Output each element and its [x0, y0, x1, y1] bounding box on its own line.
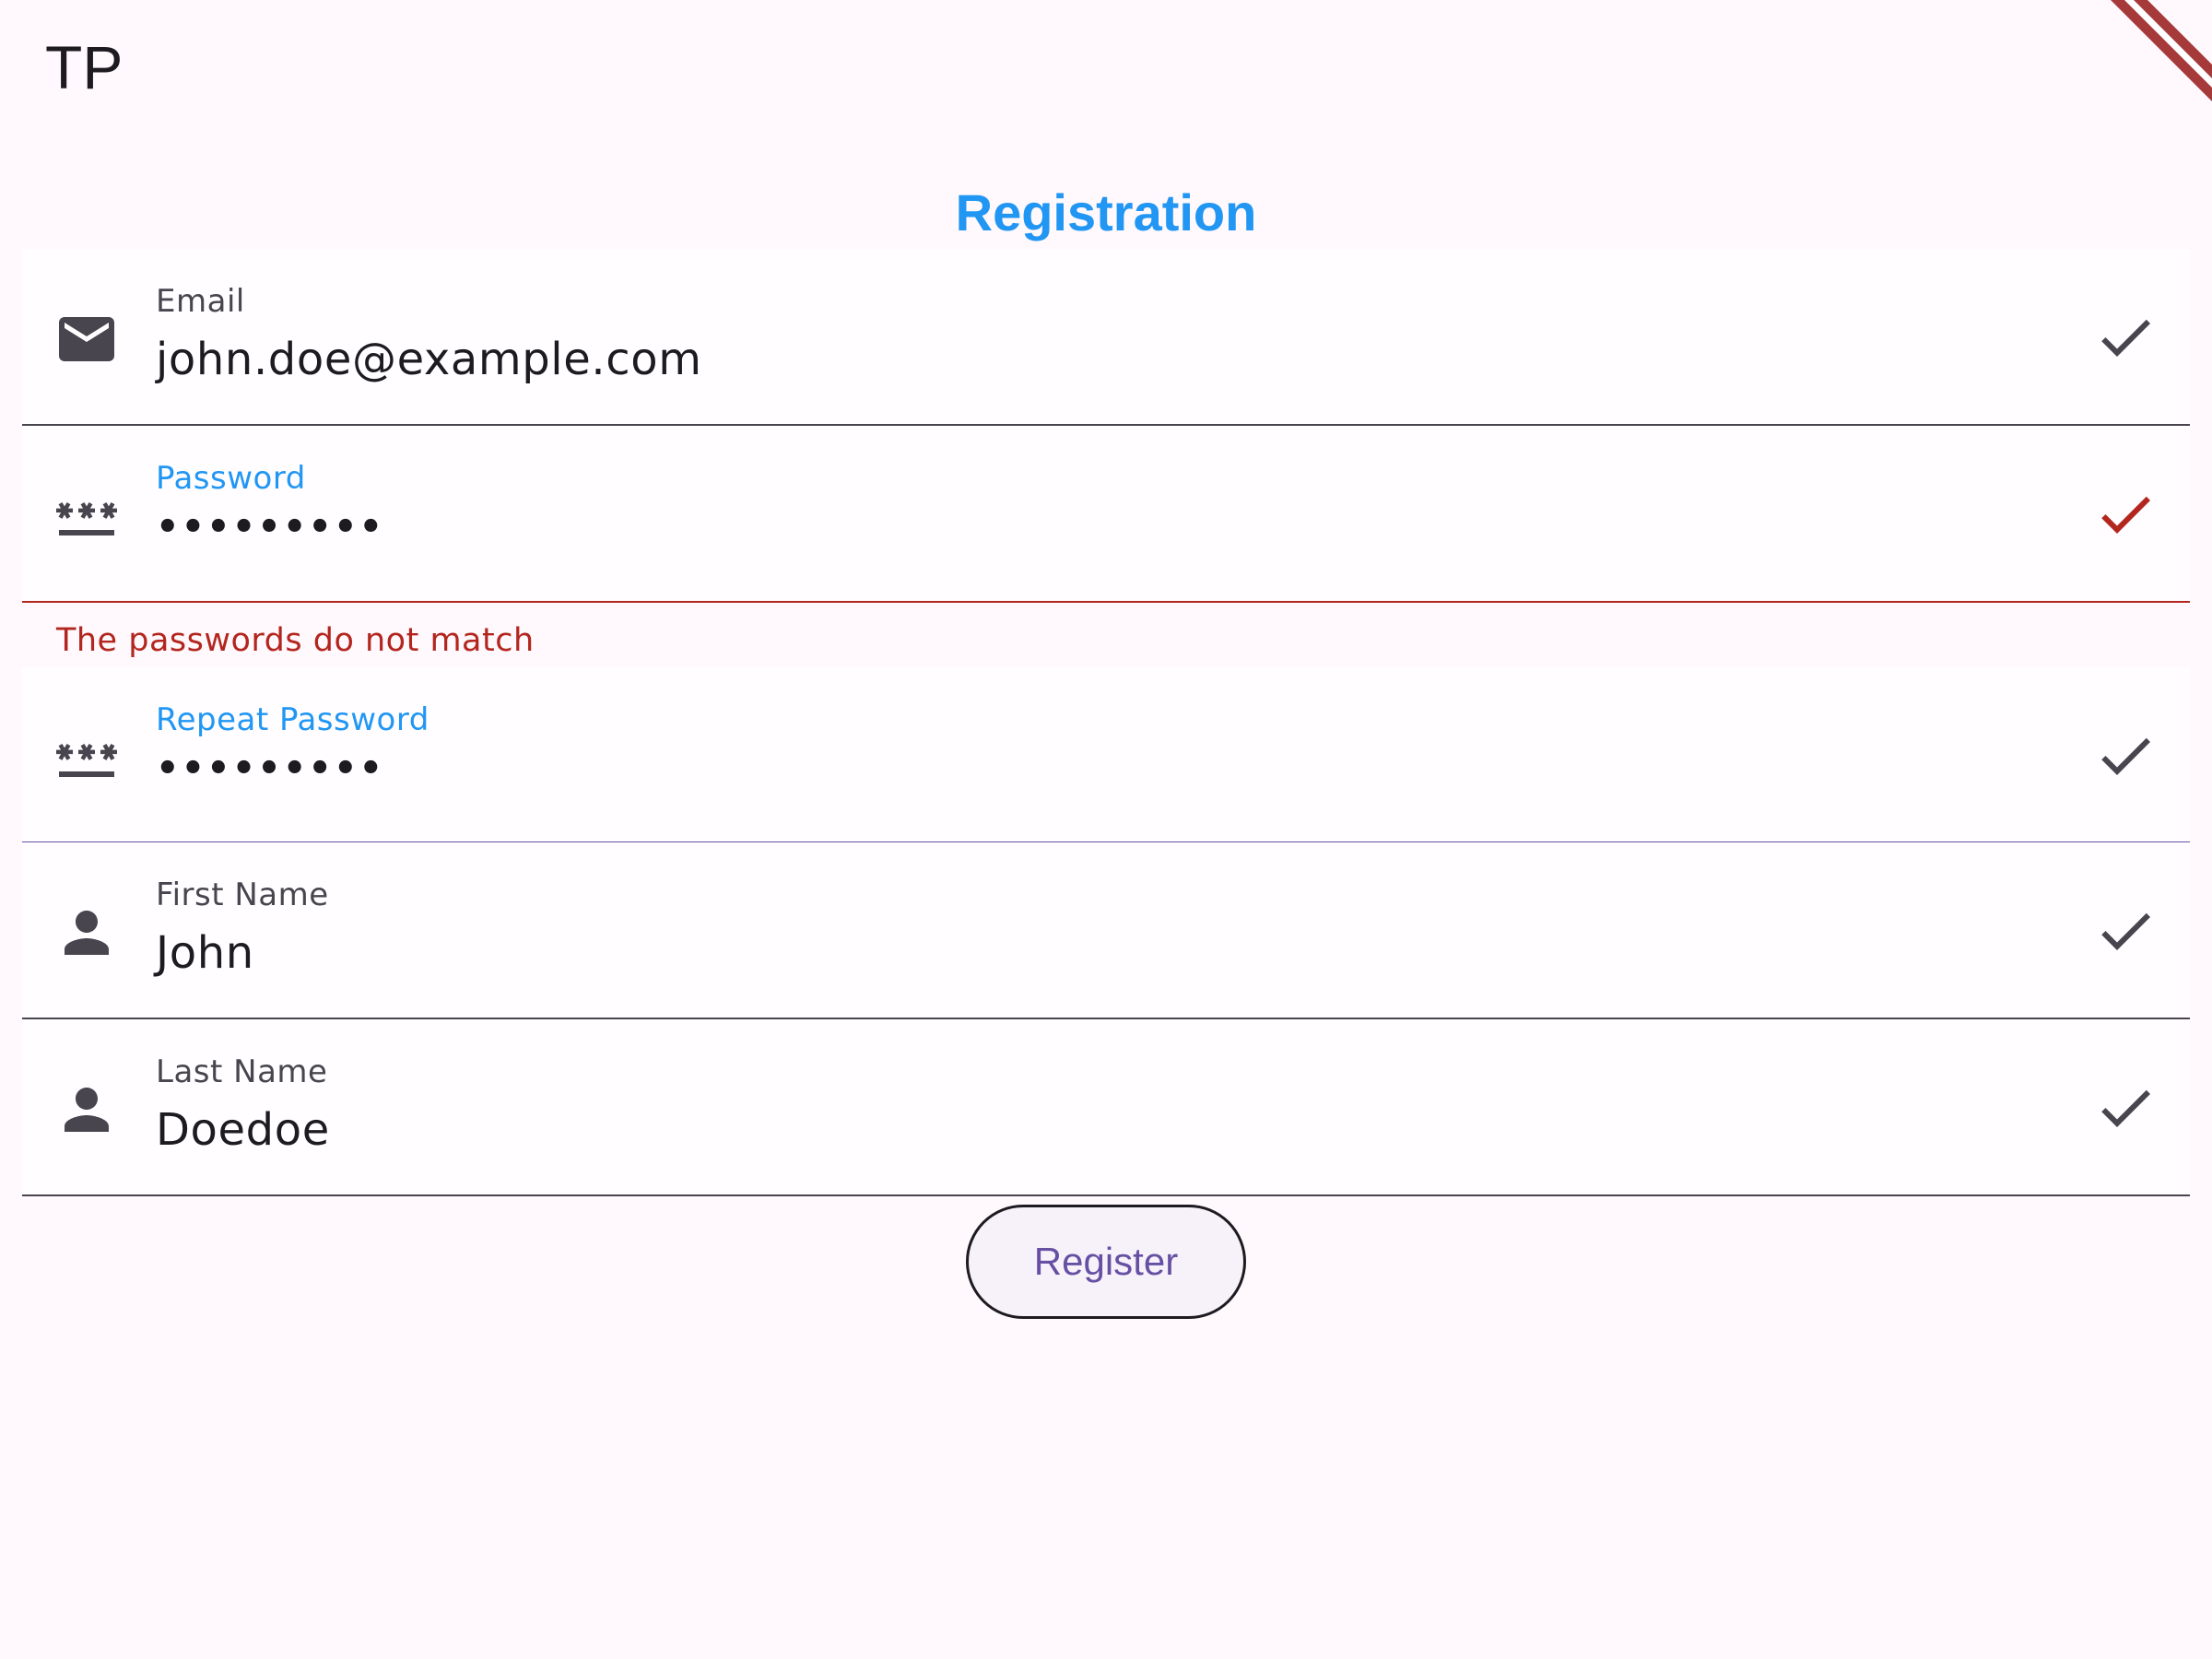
- check-icon: [2101, 496, 2150, 534]
- check-icon: [2101, 912, 2150, 950]
- password-icon: [56, 744, 117, 777]
- first-name-input[interactable]: John: [156, 931, 254, 975]
- email-label: Email: [156, 283, 245, 320]
- last-name-input[interactable]: Doedoe: [156, 1108, 330, 1152]
- first-name-field[interactable]: First Name John: [22, 842, 2190, 1019]
- password-error-text: The passwords do not match: [56, 622, 535, 659]
- person-icon: [65, 911, 109, 955]
- person-icon: [65, 1088, 109, 1132]
- repeat-password-input[interactable]: •••••••••: [156, 750, 384, 787]
- mail-icon: [59, 317, 114, 361]
- app-title: TP: [45, 33, 124, 101]
- last-name-label: Last Name: [156, 1053, 328, 1090]
- repeat-password-field[interactable]: Repeat Password •••••••••: [22, 667, 2190, 844]
- email-input[interactable]: john.doe@example.com: [156, 337, 702, 382]
- check-icon: [2101, 319, 2150, 357]
- password-label: Password: [156, 460, 306, 497]
- password-icon: [56, 502, 117, 535]
- check-icon: [2101, 737, 2150, 775]
- password-field[interactable]: Password •••••••••: [22, 426, 2190, 603]
- password-input[interactable]: •••••••••: [156, 509, 384, 546]
- email-field[interactable]: Email john.doe@example.com: [22, 249, 2190, 426]
- page-title: Registration: [955, 183, 1257, 241]
- repeat-password-label: Repeat Password: [156, 701, 429, 738]
- first-name-label: First Name: [156, 877, 329, 913]
- register-button[interactable]: Register: [966, 1205, 1246, 1319]
- check-icon: [2101, 1089, 2150, 1127]
- debug-banner: [2111, 0, 2212, 101]
- last-name-field[interactable]: Last Name Doedoe: [22, 1019, 2190, 1196]
